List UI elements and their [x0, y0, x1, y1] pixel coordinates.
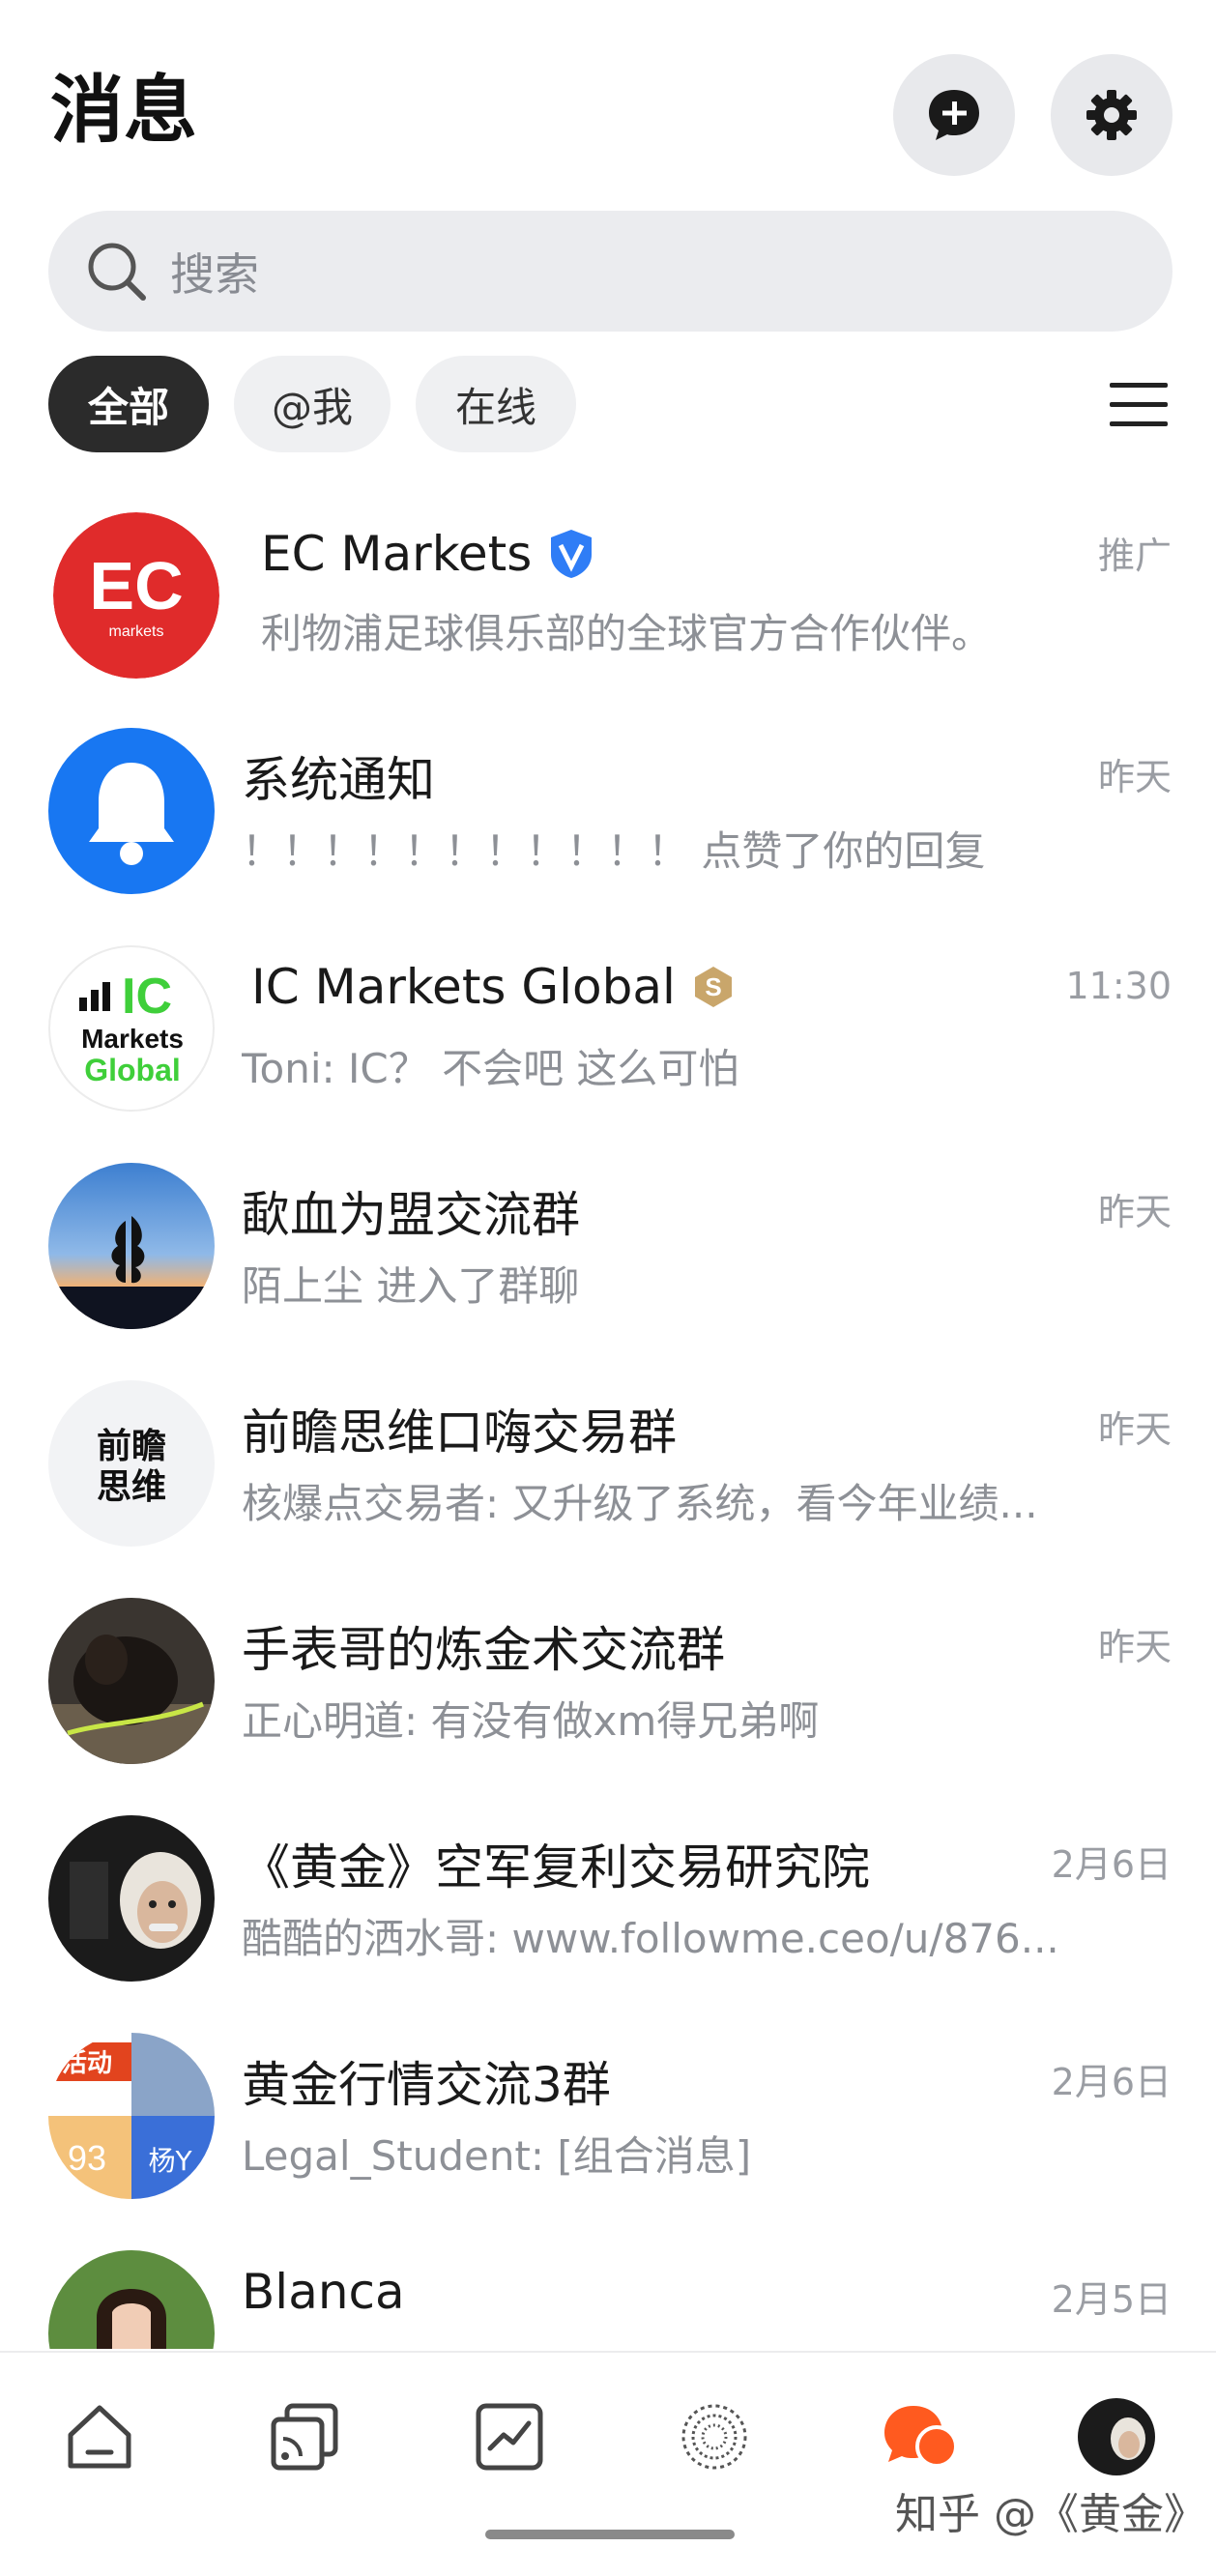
- conversation-name: Blanca: [242, 2264, 405, 2320]
- einstein-photo: [48, 1815, 215, 1982]
- conversation-name: IC Markets Global S: [251, 959, 736, 1015]
- conversation-row[interactable]: 系统通知 ！！！！！！！！！！！ 点赞了你的回复 昨天: [0, 701, 1216, 918]
- conversation-preview: 酷酷的洒水哥: www.followme.ceo/u/876...: [242, 1915, 1059, 1962]
- avatar: [48, 728, 215, 894]
- group-collage-avatar: 活动 93 杨Y: [48, 2033, 215, 2199]
- search-icon: [88, 243, 146, 301]
- avatar: IC Markets Global: [48, 945, 215, 1112]
- tab-home[interactable]: [56, 2393, 143, 2480]
- conversation-time: 11:30: [1065, 965, 1172, 1007]
- tab-feed[interactable]: [261, 2393, 348, 2480]
- conversation-time: 昨天: [1097, 1408, 1172, 1451]
- avatar-markets-text: Markets: [81, 1024, 184, 1054]
- conversation-row[interactable]: 《黄金》空军复利交易研究院 酷酷的洒水哥: www.followme.ceo/u…: [0, 1788, 1216, 2006]
- conversation-row[interactable]: 手表哥的炼金术交流群 正心明道: 有没有做xm得兄弟啊 昨天: [0, 1571, 1216, 1788]
- home-indicator: [485, 2530, 735, 2539]
- conversation-preview: 核爆点交易者: 又升级了系统，看今年业绩...: [242, 1480, 1038, 1527]
- avatar-text-line1: 前瞻: [97, 1427, 166, 1466]
- avatar-text-line1: 活动: [62, 2049, 112, 2078]
- tab-messages[interactable]: [876, 2393, 963, 2480]
- conversation-time: 2月6日: [1051, 2061, 1172, 2103]
- sunset-tree-photo: [48, 1163, 215, 1329]
- avatar-text-line2: 思维: [97, 1467, 166, 1507]
- conversation-preview: 陌上尘 进入了群聊: [242, 1262, 580, 1310]
- bell-icon: [89, 763, 174, 865]
- avatar-text-line2: 93: [68, 2138, 106, 2178]
- conversation-list: EC markets EC Markets 利物浦足球俱乐部的全球官方合作伙伴。…: [0, 483, 1216, 2349]
- avatar-ec-sub: markets: [109, 623, 164, 640]
- messages-icon: [884, 2406, 958, 2468]
- search-placeholder: 搜索: [170, 247, 259, 301]
- filter-chips: 全部 @我 在线: [48, 356, 1173, 452]
- settings-button[interactable]: [1051, 54, 1173, 176]
- filter-all[interactable]: 全部: [48, 356, 209, 452]
- menu-icon[interactable]: [1108, 375, 1170, 433]
- conversation-time: 昨天: [1097, 756, 1172, 798]
- conversation-row[interactable]: IC Markets Global IC Markets Global S To…: [0, 918, 1216, 1136]
- search-bar[interactable]: 搜索: [48, 211, 1173, 332]
- conversation-row[interactable]: 前瞻 思维 前瞻思维口嗨交易群 核爆点交易者: 又升级了系统，看今年业绩... …: [0, 1353, 1216, 1571]
- avatar-ic-text: IC: [122, 969, 172, 1025]
- conversation-time: 推广: [1097, 535, 1172, 577]
- tab-discover[interactable]: [671, 2393, 758, 2480]
- bottom-tab-bar: [0, 2351, 1216, 2576]
- new-chat-button[interactable]: [893, 54, 1015, 176]
- conversation-name: 系统通知: [242, 752, 435, 808]
- conversation-preview: Legal_Student: [组合消息]: [242, 2132, 752, 2180]
- conversation-preview: Toni: IC？ 不会吧 这么可怕: [242, 1045, 739, 1092]
- gear-icon: [1086, 90, 1137, 140]
- conversation-name-text: EC Markets: [261, 526, 533, 582]
- conversation-preview: 利物浦足球俱乐部的全球官方合作伙伴。: [261, 610, 993, 657]
- conversation-name: 歃血为盟交流群: [242, 1187, 580, 1243]
- conversation-name-text: IC Markets Global: [251, 959, 676, 1015]
- gold-s-badge-icon: S: [691, 965, 736, 1009]
- avatar-ec-text: EC: [89, 548, 183, 623]
- conversation-row[interactable]: 歃血为盟交流群 陌上尘 进入了群聊 昨天: [0, 1136, 1216, 1353]
- tab-profile[interactable]: [1073, 2393, 1160, 2480]
- conversation-preview: ！！！！！！！！！！！ 点赞了你的回复: [242, 827, 986, 875]
- dog-photo: [48, 1598, 215, 1764]
- conversation-name: 前瞻思维口嗨交易群: [242, 1404, 677, 1461]
- conversation-preview: 正心明道: 有没有做xm得兄弟啊: [242, 1697, 820, 1745]
- home-icon: [68, 2405, 131, 2469]
- conversation-name: 手表哥的炼金术交流群: [242, 1622, 725, 1678]
- chart-icon: [476, 2403, 543, 2471]
- filter-online[interactable]: 在线: [416, 356, 576, 452]
- header: 消息: [0, 0, 1216, 203]
- tab-market[interactable]: [466, 2393, 553, 2480]
- conversation-time: 2月5日: [1051, 2278, 1172, 2321]
- verified-icon: [547, 528, 595, 580]
- avatar: EC markets: [53, 512, 219, 679]
- discover-icon: [681, 2404, 747, 2470]
- conversation-row[interactable]: EC markets EC Markets 利物浦足球俱乐部的全球官方合作伙伴。…: [0, 483, 1216, 701]
- avatar-text-line3: 杨Y: [148, 2145, 192, 2177]
- conversation-name: 《黄金》空军复利交易研究院: [242, 1839, 870, 1896]
- svg-text:S: S: [705, 972, 721, 1001]
- page-title: 消息: [50, 67, 197, 153]
- woman-photo: [48, 2250, 215, 2349]
- profile-avatar: [1078, 2398, 1155, 2475]
- conversation-name: 黄金行情交流3群: [242, 2057, 611, 2113]
- conversation-time: 昨天: [1097, 1626, 1172, 1668]
- add-chat-icon: [929, 90, 979, 140]
- avatar: 前瞻 思维: [48, 1380, 215, 1547]
- conversation-time: 昨天: [1097, 1191, 1172, 1233]
- watermark: 知乎 @《黄金》: [895, 2490, 1206, 2539]
- conversation-row[interactable]: 活动 93 杨Y 黄金行情交流3群 Legal_Student: [组合消息] …: [0, 2006, 1216, 2223]
- conversation-name: EC Markets: [261, 526, 595, 582]
- feed-icon: [271, 2403, 338, 2471]
- avatar-global-text: Global: [84, 1053, 181, 1087]
- filter-mentions[interactable]: @我: [234, 356, 391, 452]
- conversation-row[interactable]: Blanca 2月5日: [0, 2223, 1216, 2349]
- conversation-time: 2月6日: [1051, 1843, 1172, 1886]
